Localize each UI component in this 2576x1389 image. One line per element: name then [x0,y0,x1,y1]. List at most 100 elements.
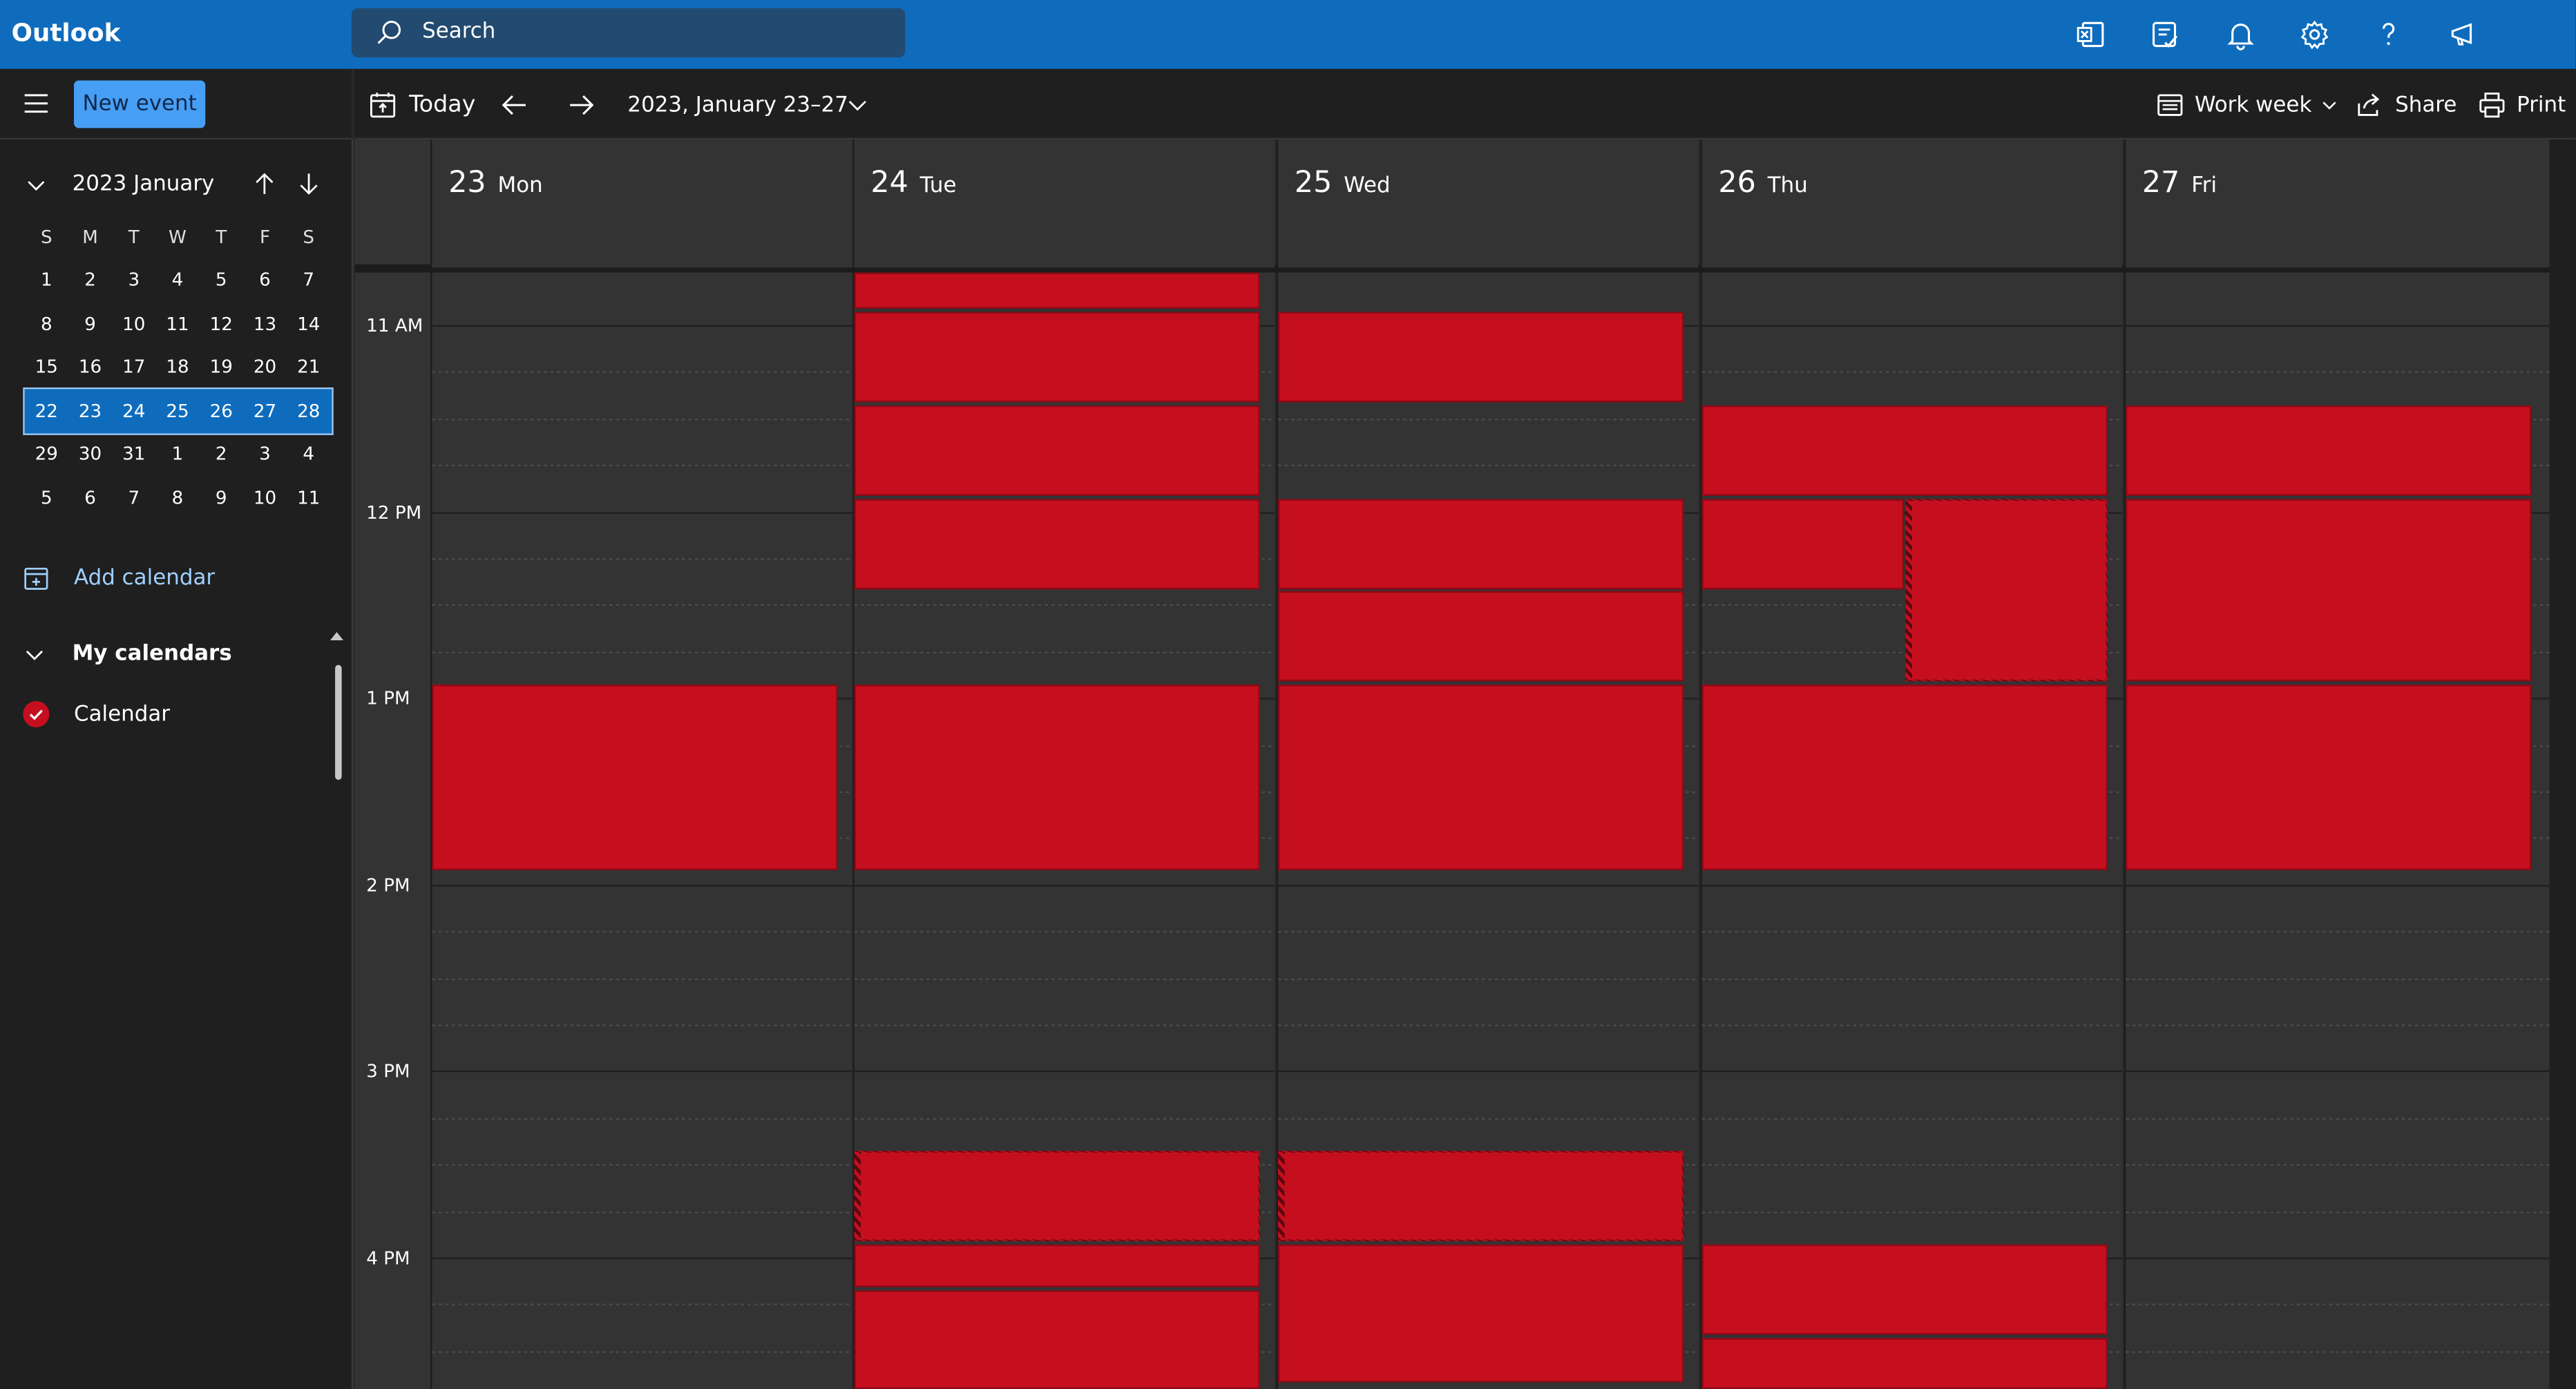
mini-calendar-day[interactable]: 21 [287,356,330,378]
search-placeholder[interactable]: Search [422,20,495,45]
mini-calendar-day[interactable]: 8 [25,313,68,334]
view-switcher[interactable]: Work week [2155,90,2340,120]
calendar-event[interactable] [1701,1338,2108,1389]
mini-calendar-day[interactable]: 10 [243,487,287,508]
mini-calendar-day[interactable]: 16 [68,356,112,378]
mini-calendar-day[interactable]: 2 [68,269,112,291]
calendar-event[interactable] [1701,499,1905,590]
mini-calendar-day[interactable]: 9 [68,313,112,334]
day-header-fri[interactable]: 27 Fri [2124,140,2550,268]
mini-calendar-day[interactable]: 18 [155,356,199,378]
mini-calendar-day[interactable]: 1 [25,269,68,291]
todo-icon[interactable] [2148,18,2182,51]
calendar-event[interactable] [854,405,1260,496]
mini-calendar-day[interactable]: 29 [25,443,68,465]
arrow-up-icon[interactable] [251,171,278,197]
app-name[interactable]: Outlook [12,18,121,48]
scroll-up-arrow[interactable] [330,632,344,641]
calendar-item[interactable]: Calendar [23,700,170,728]
mini-calendar-day[interactable]: 1 [155,443,199,465]
calendar-event[interactable] [854,1151,1260,1242]
mini-calendar-day[interactable]: 6 [243,269,287,291]
mini-calendar-day[interactable]: 11 [287,487,330,508]
mini-calendar-day[interactable]: 19 [200,356,243,378]
print-button[interactable]: Print [2477,90,2566,120]
new-event-button[interactable]: New event [74,80,206,128]
sidebar-scrollbar[interactable] [335,664,342,780]
grid-scrollbar-track[interactable] [2549,140,2576,1389]
mini-calendar-day[interactable]: 4 [155,269,199,291]
mini-calendar-day[interactable]: 30 [68,443,112,465]
mini-calendar-day[interactable]: 7 [112,487,155,508]
mini-calendar-day[interactable]: 20 [243,356,287,378]
mini-calendar-day[interactable]: 10 [112,313,155,334]
calendar-event[interactable] [1278,1151,1684,1242]
add-calendar-link[interactable]: Add calendar [23,565,215,593]
hamburger-menu-icon[interactable] [23,92,49,115]
calendar-event[interactable] [2126,684,2532,870]
gear-icon[interactable] [2298,18,2331,51]
my-calendars-header[interactable]: My calendars [23,642,232,667]
mini-calendar-day[interactable]: 25 [155,400,199,421]
mini-calendar-day[interactable]: 17 [112,356,155,378]
calendar-event[interactable] [854,1244,1260,1287]
day-header-wed[interactable]: 25 Wed [1276,140,1699,268]
mini-calendar-day[interactable]: 23 [68,400,112,421]
mini-calendar-day[interactable]: 31 [112,443,155,465]
day-header-tue[interactable]: 24 Tue [852,140,1275,268]
feedback-icon[interactable] [2448,18,2481,51]
calendar-event[interactable] [1278,312,1684,403]
help-icon[interactable] [2372,18,2405,51]
mini-calendar-day[interactable]: 14 [287,313,330,334]
mini-calendar-day[interactable]: 6 [68,487,112,508]
calendar-event[interactable] [854,312,1260,403]
mini-calendar-day[interactable]: 8 [155,487,199,508]
mini-calendar-day[interactable]: 26 [200,400,243,421]
date-range-label[interactable]: 2023, January 23–27 [627,90,848,120]
excel-icon[interactable] [2074,18,2108,51]
mini-calendar-day[interactable]: 4 [287,443,330,465]
day-header-mon[interactable]: 23 Mon [430,140,853,268]
share-button[interactable]: Share [2354,90,2456,120]
arrow-down-icon[interactable] [296,171,322,197]
collapse-chevron-icon[interactable] [25,174,48,197]
mini-calendar-day[interactable]: 27 [243,400,287,421]
mini-calendar-title[interactable]: 2023 January [73,173,215,198]
mini-calendar-day[interactable]: 5 [25,487,68,508]
mini-calendar-day[interactable]: 9 [200,487,243,508]
calendar-event[interactable] [432,684,838,870]
day-header-thu[interactable]: 26 Thu [1700,140,2123,268]
today-button[interactable]: Today [368,90,475,120]
calendar-event[interactable] [1278,684,1684,870]
mini-calendar-day[interactable]: 5 [200,269,243,291]
calendar-event[interactable] [1278,591,1684,682]
mini-calendar-day[interactable]: 3 [243,443,287,465]
calendar-event[interactable] [854,499,1260,590]
calendar-event[interactable] [1701,1244,2108,1335]
mini-calendar-day[interactable]: 12 [200,313,243,334]
mini-calendar-day[interactable]: 2 [200,443,243,465]
calendar-event[interactable] [2126,499,2532,682]
calendar-event[interactable] [854,684,1260,870]
calendar-event[interactable] [1278,499,1684,590]
mini-calendar-day[interactable]: 7 [287,269,330,291]
calendar-event[interactable] [854,272,1260,309]
calendar-event[interactable] [1905,499,2108,682]
bell-icon[interactable] [2224,18,2258,51]
calendar-event[interactable] [854,1290,1260,1389]
calendar-event[interactable] [2126,405,2532,496]
calendar-event[interactable] [1278,1244,1684,1383]
mini-calendar-day[interactable]: 22 [25,400,68,421]
date-range-dropdown[interactable] [844,90,870,120]
mini-calendar-day[interactable]: 28 [287,400,330,421]
calendar-event[interactable] [1701,684,2108,870]
search-box[interactable]: Search [351,8,906,58]
mini-calendar-day[interactable]: 24 [112,400,155,421]
mini-calendar-day[interactable]: 13 [243,313,287,334]
next-week-button[interactable] [566,90,596,120]
calendar-event[interactable] [1701,405,2108,496]
mini-calendar-day[interactable]: 15 [25,356,68,378]
mini-calendar-day[interactable]: 3 [112,269,155,291]
previous-week-button[interactable] [499,90,529,120]
mini-calendar-day[interactable]: 11 [155,313,199,334]
